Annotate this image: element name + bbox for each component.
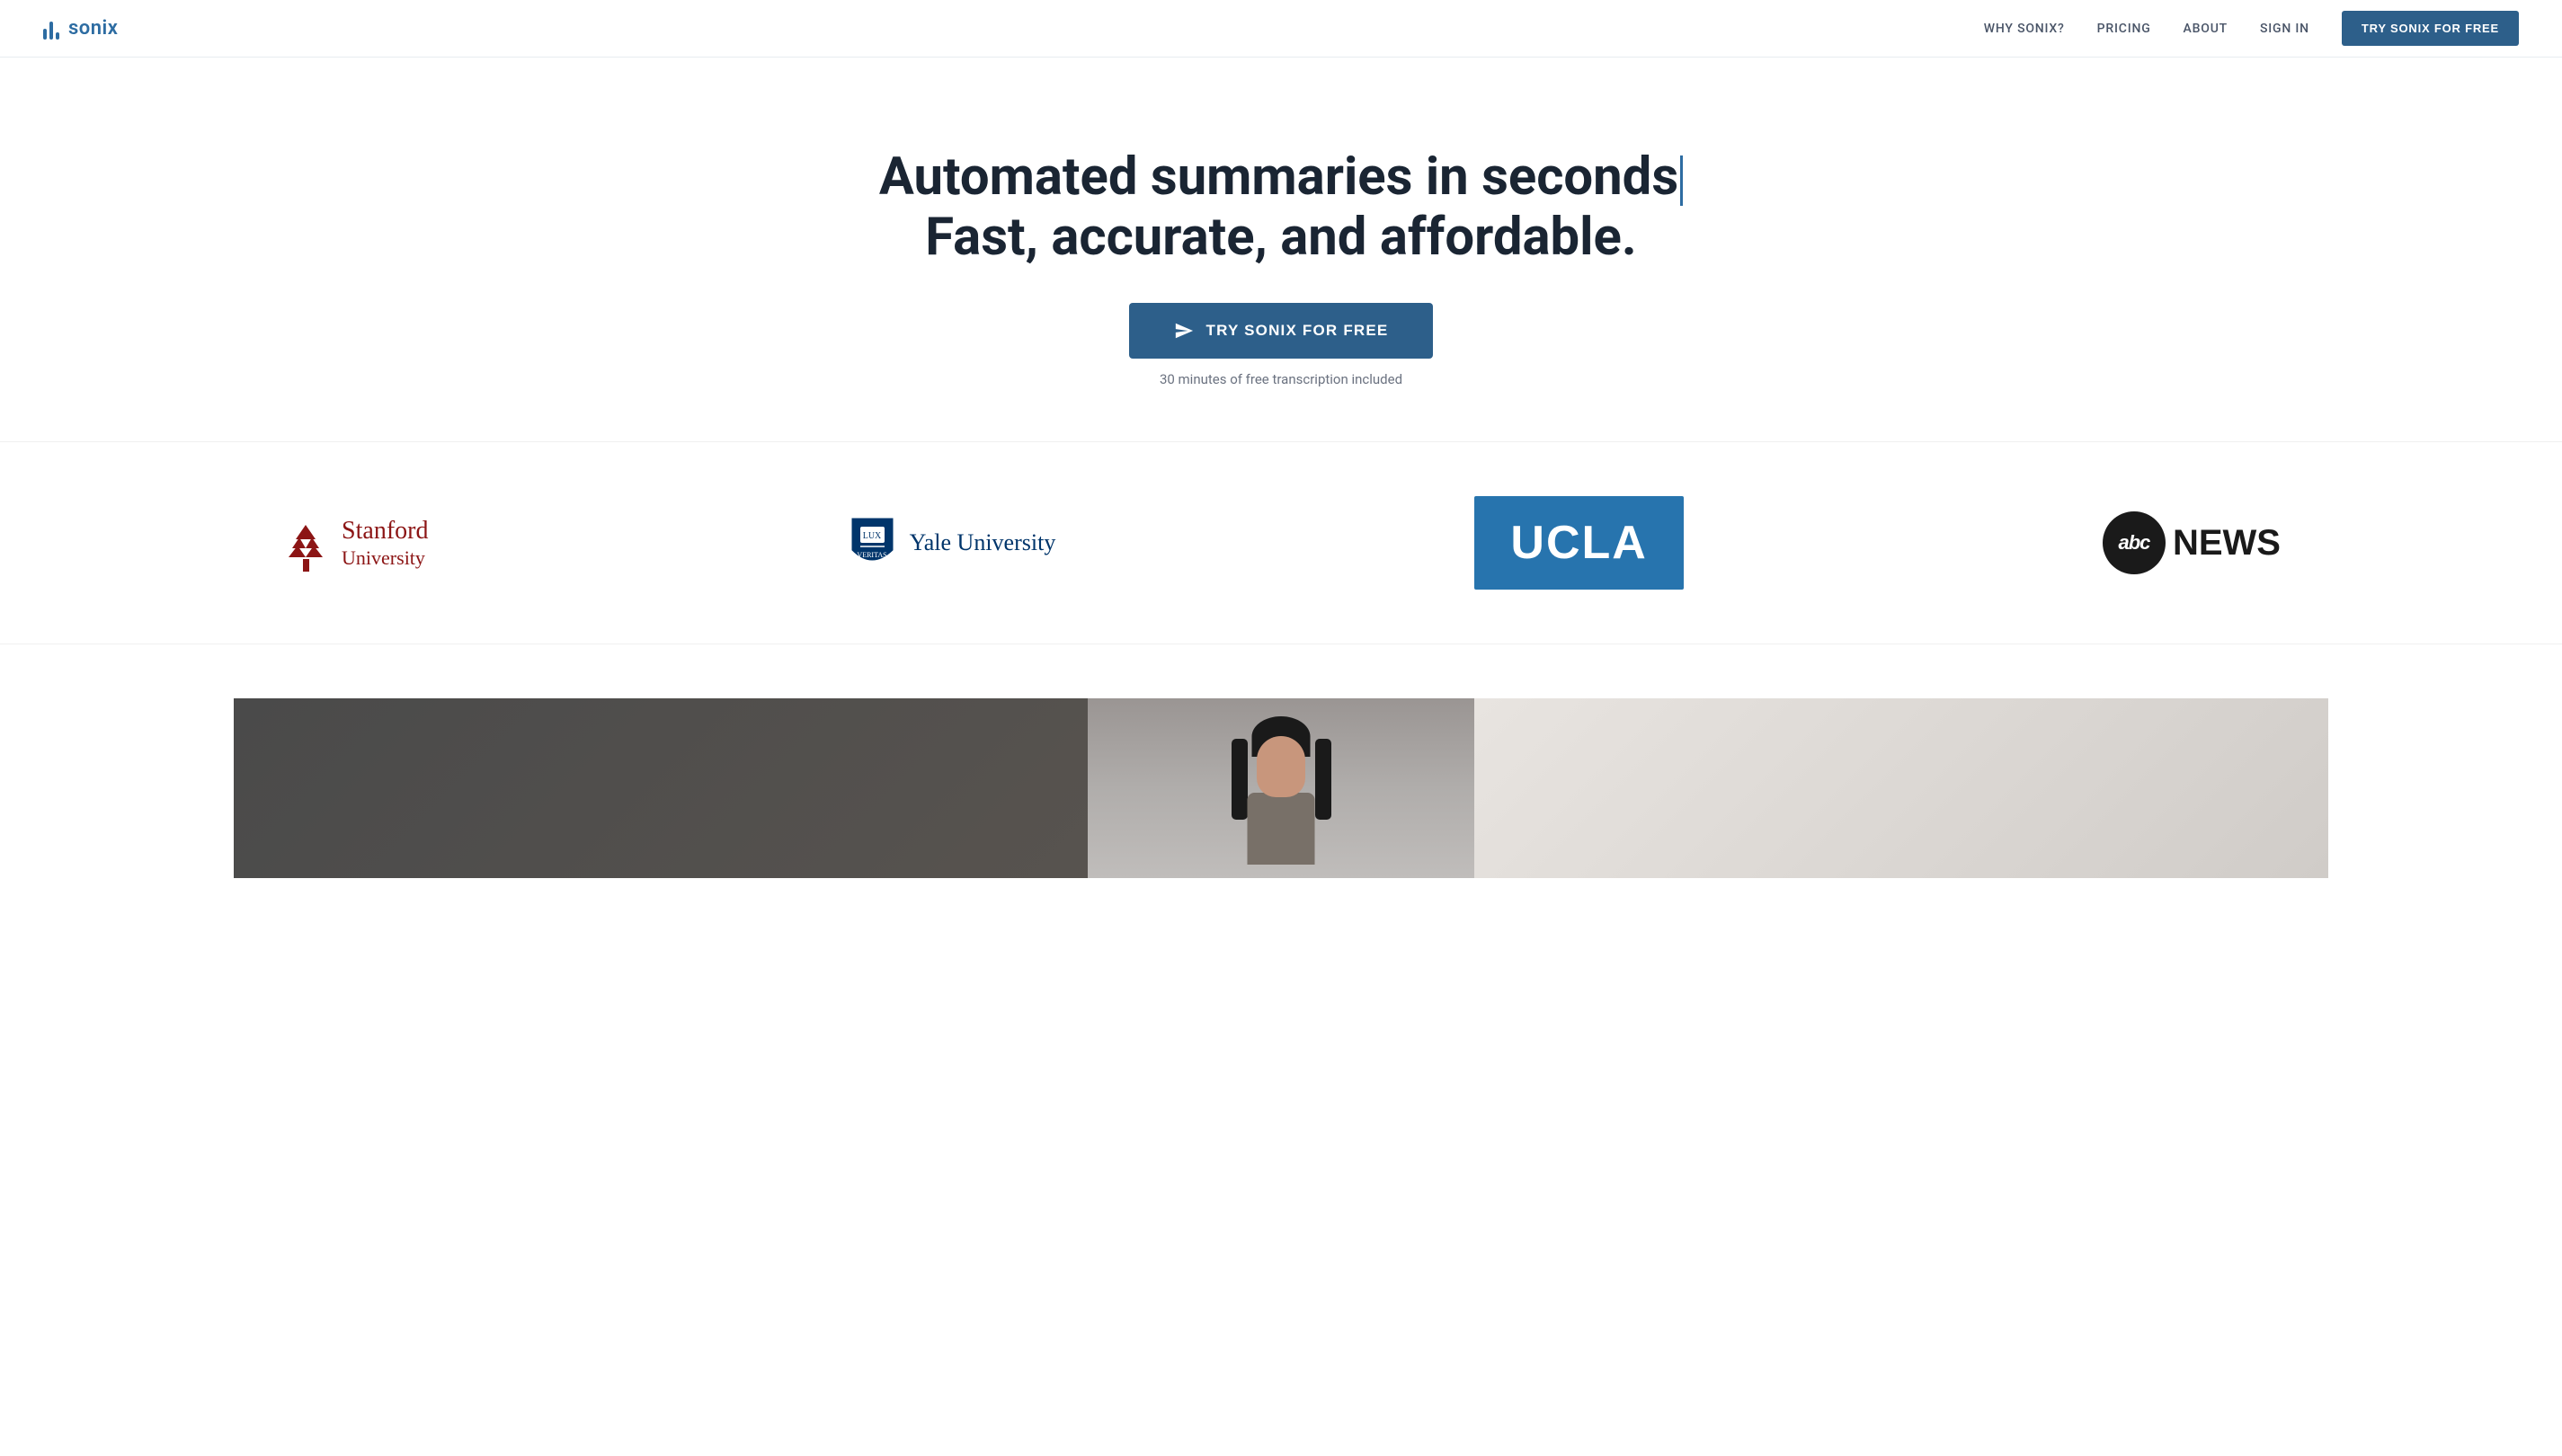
person-bg-dark — [234, 698, 1088, 878]
person-hair-left — [1232, 739, 1248, 820]
nav-links: WHY SONIX? PRICING ABOUT SIGN IN TRY SON… — [1984, 11, 2519, 46]
hero-cta-button[interactable]: TRY SONIX FOR FREE — [1129, 303, 1434, 359]
navbar: sonix WHY SONIX? PRICING ABOUT SIGN IN T… — [0, 0, 2562, 58]
ucla-logo-box: UCLA — [1474, 496, 1683, 590]
person-card-left — [234, 698, 1088, 878]
hero-cta-container: TRY SONIX FOR FREE 30 minutes of free tr… — [43, 303, 2519, 387]
hero-subtext: 30 minutes of free transcription include… — [1160, 371, 1402, 387]
abc-news-text: NEWS — [2173, 523, 2281, 564]
person-body — [1248, 793, 1315, 865]
yale-logo: LUX VERITAS Yale University — [848, 514, 1056, 573]
send-icon — [1174, 321, 1194, 341]
logo-text: sonix — [68, 17, 118, 40]
ucla-logo: UCLA — [1474, 496, 1683, 590]
abc-circle: abc — [2103, 511, 2166, 574]
logo-bar-2 — [49, 22, 53, 40]
yale-text: Yale University — [910, 528, 1056, 558]
logo-bar-3 — [56, 32, 59, 40]
hero-section: Automated summaries in seconds Fast, acc… — [0, 58, 2562, 441]
hero-title-line2: Fast, accurate, and affordable. — [925, 207, 1636, 268]
svg-text:VERITAS: VERITAS — [857, 551, 886, 559]
person-card-center — [1088, 698, 1474, 878]
abc-logo-container: abc NEWS — [2103, 511, 2281, 574]
stanford-tree-icon — [281, 514, 331, 573]
yale-logo-container: LUX VERITAS Yale University — [848, 514, 1056, 573]
logo-icon — [43, 18, 59, 40]
abc-news-logo: abc NEWS — [2103, 511, 2281, 574]
stanford-university: University — [342, 546, 428, 570]
logo[interactable]: sonix — [43, 17, 118, 40]
stanford-logo: Stanford University — [281, 514, 428, 573]
logo-bar-1 — [43, 29, 47, 40]
cursor-blink — [1680, 155, 1683, 206]
center-person-bg — [1088, 698, 1474, 878]
nav-link-why-sonix[interactable]: WHY SONIX? — [1984, 22, 2065, 36]
person-bg-light — [1474, 698, 2328, 878]
stanford-logo-container: Stanford University — [281, 514, 428, 573]
person-card-right — [1474, 698, 2328, 878]
person-silhouette — [1223, 716, 1339, 878]
nav-link-about[interactable]: ABOUT — [2184, 22, 2228, 36]
nav-cta-button[interactable]: TRY SONIX FOR FREE — [2342, 11, 2519, 46]
abc-circle-text: abc — [2118, 531, 2149, 555]
yale-name: Yale University — [910, 528, 1056, 558]
hero-title-line1: Automated summaries in seconds — [879, 146, 1678, 208]
hero-cta-label: TRY SONIX FOR FREE — [1206, 322, 1389, 340]
hero-title: Automated summaries in seconds Fast, acc… — [43, 147, 2519, 267]
stanford-text: Stanford University — [342, 516, 428, 570]
yale-shield-icon: LUX VERITAS — [848, 514, 897, 573]
stanford-name: Stanford — [342, 516, 428, 546]
nav-link-sign-in[interactable]: SIGN IN — [2260, 22, 2309, 36]
svg-text:LUX: LUX — [862, 531, 881, 541]
person-hair-right — [1315, 739, 1331, 820]
nav-link-pricing[interactable]: PRICING — [2097, 22, 2151, 36]
bottom-section — [0, 644, 2562, 878]
person-face — [1257, 736, 1305, 797]
logos-section: Stanford University LUX VERITAS Yale Uni… — [0, 441, 2562, 644]
